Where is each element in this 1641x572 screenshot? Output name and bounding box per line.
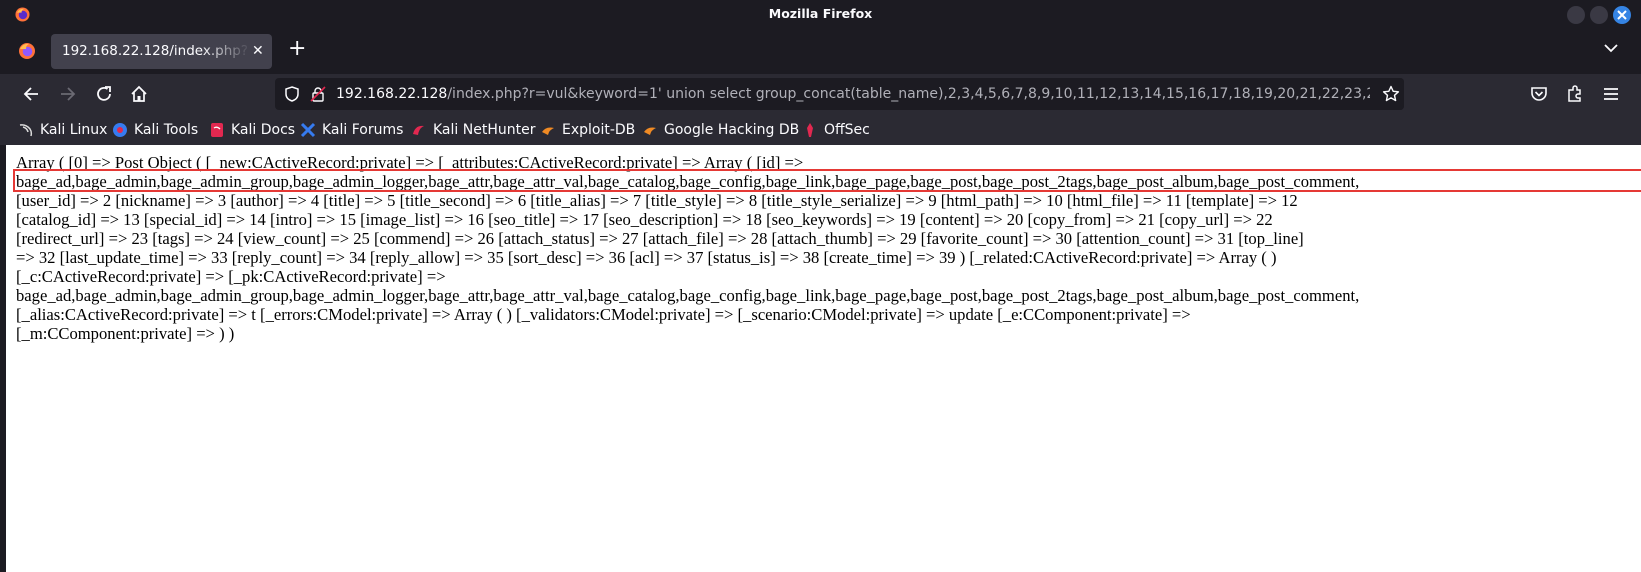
bookmark-kali-tools[interactable]: Kali Tools xyxy=(112,120,198,140)
kali-dragon-icon xyxy=(19,124,33,137)
kali-tools-icon xyxy=(113,123,127,137)
close-icon xyxy=(1617,10,1627,20)
output-line: bage_ad,bage_admin,bage_admin_group,bage… xyxy=(16,286,1360,305)
close-window-button[interactable] xyxy=(1613,6,1631,24)
bookmark-kali-linux[interactable]: Kali Linux xyxy=(18,120,107,140)
hamburger-menu-icon[interactable] xyxy=(1601,84,1621,104)
tab-title-fade xyxy=(201,39,251,64)
bookmark-kali-nethunter[interactable]: Kali NetHunter xyxy=(411,120,535,140)
bookmark-label: Kali NetHunter xyxy=(433,122,536,138)
page-content: Array ( [0] => Post Object ( [_new:CActi… xyxy=(0,145,1641,572)
pocket-icon[interactable] xyxy=(1529,84,1549,104)
bookmark-label: Exploit-DB xyxy=(562,122,636,138)
tab-active[interactable]: 192.168.22.128/index.php?r=vul ✕ xyxy=(51,34,272,69)
tab-close-button[interactable]: ✕ xyxy=(252,43,264,59)
window-titlebar: Mozilla Firefox xyxy=(0,0,1641,29)
bookmark-label: Kali Docs xyxy=(231,122,296,138)
ghdb-icon xyxy=(644,127,656,135)
firefox-view-icon[interactable] xyxy=(17,41,37,61)
offsec-icon xyxy=(807,123,813,137)
table-names-highlight-box xyxy=(13,169,1641,192)
minimize-button[interactable] xyxy=(1567,6,1585,24)
url-host: 192.168.22.128 xyxy=(336,86,448,102)
chevron-down-icon[interactable] xyxy=(1604,43,1618,53)
bookmark-label: OffSec xyxy=(824,122,870,138)
bookmarks-toolbar: Kali Linux Kali Tools Kali Docs Kali For… xyxy=(0,114,1641,145)
output-line: => 32 [last_update_time] => 33 [reply_co… xyxy=(16,248,1277,267)
output-line: [user_id] => 2 [nickname] => 3 [author] … xyxy=(16,191,1298,210)
insecure-lock-icon[interactable] xyxy=(310,86,326,102)
url-text[interactable]: 192.168.22.128/index.php?r=vul&keyword=1… xyxy=(336,86,1404,102)
bookmark-google-hacking-db[interactable]: Google Hacking DB xyxy=(642,120,799,140)
maximize-button[interactable] xyxy=(1590,6,1608,24)
back-arrow-icon[interactable] xyxy=(22,84,42,104)
bookmark-kali-forums[interactable]: Kali Forums xyxy=(300,120,403,140)
output-line: [_m:CComponent:private] => ) ) xyxy=(16,324,235,343)
kali-docs-icon xyxy=(211,123,223,137)
url-path: /index.php?r=vul&keyword=1' union select… xyxy=(447,86,1404,102)
window-title: Mozilla Firefox xyxy=(768,6,873,21)
bookmark-label: Kali Tools xyxy=(134,122,199,138)
bookmark-exploit-db[interactable]: Exploit-DB xyxy=(540,120,635,140)
navigation-toolbar: 192.168.22.128/index.php?r=vul&keyword=1… xyxy=(0,74,1641,114)
tracking-protection-shield-icon[interactable] xyxy=(285,86,299,102)
exploit-db-icon xyxy=(542,127,554,135)
reload-icon[interactable] xyxy=(94,84,114,104)
nethunter-icon xyxy=(413,125,424,135)
kali-forums-icon xyxy=(300,122,316,138)
new-tab-button[interactable]: + xyxy=(288,38,306,60)
bookmark-label: Google Hacking DB xyxy=(664,122,800,138)
home-icon[interactable] xyxy=(129,84,149,104)
output-line: [catalog_id] => 13 [special_id] => 14 [i… xyxy=(16,210,1273,229)
extensions-puzzle-icon[interactable] xyxy=(1565,84,1585,104)
address-bar[interactable]: 192.168.22.128/index.php?r=vul&keyword=1… xyxy=(275,78,1404,110)
forward-arrow-icon[interactable] xyxy=(57,84,77,104)
output-line: [_alias:CActiveRecord:private] => t [_er… xyxy=(16,305,1191,324)
bookmark-star-icon[interactable] xyxy=(1382,85,1400,103)
tab-strip: 192.168.22.128/index.php?r=vul ✕ + xyxy=(0,29,1641,74)
bookmark-kali-docs[interactable]: Kali Docs xyxy=(209,120,295,140)
bookmark-label: Kali Linux xyxy=(40,122,108,138)
bookmark-offsec[interactable]: OffSec xyxy=(802,120,870,140)
output-line: [_c:CActiveRecord:private] => [_pk:CActi… xyxy=(16,267,446,286)
bookmark-label: Kali Forums xyxy=(322,122,404,138)
output-line: [redirect_url] => 23 [tags] => 24 [view_… xyxy=(16,229,1304,248)
